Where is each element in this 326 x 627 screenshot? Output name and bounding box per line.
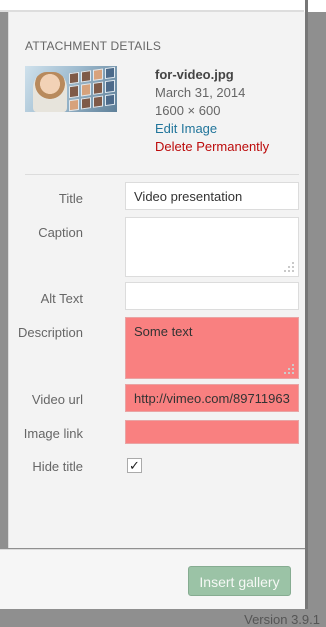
- alt-text-label: Alt Text: [40, 291, 83, 306]
- hide-title-checkbox[interactable]: ✓: [127, 458, 142, 473]
- modal-right-edge: [305, 0, 308, 609]
- caption-textarea[interactable]: [125, 217, 299, 277]
- hide-title-label: Hide title: [32, 459, 83, 474]
- thumbnail-person-image: [33, 72, 67, 112]
- delete-permanently-link[interactable]: Delete Permanently: [155, 138, 269, 156]
- description-resize-grip-icon[interactable]: [283, 363, 295, 375]
- details-divider: [25, 174, 299, 175]
- media-toolbar: Insert gallery: [0, 549, 305, 609]
- title-input[interactable]: [125, 182, 299, 210]
- attachment-details-sidebar: Attachment Details for-video.jpg March 3…: [8, 12, 305, 548]
- thumbnail-tiles-image: [69, 66, 115, 112]
- attachment-date: March 31, 2014: [155, 85, 246, 100]
- version-text: Version 3.9.1: [244, 612, 320, 627]
- modal-top-strip: [0, 0, 326, 12]
- insert-gallery-button[interactable]: Insert gallery: [188, 566, 291, 596]
- attachment-thumbnail[interactable]: [25, 66, 117, 112]
- caption-resize-grip-icon[interactable]: [283, 261, 295, 273]
- title-label: Title: [58, 191, 83, 206]
- image-link-input[interactable]: [125, 420, 299, 444]
- edit-image-link[interactable]: Edit Image: [155, 120, 269, 138]
- attachment-dimensions: 1600 × 600: [155, 103, 221, 118]
- description-textarea[interactable]: Some text: [125, 317, 299, 379]
- description-label: Description: [17, 325, 83, 340]
- video-url-input[interactable]: [125, 384, 299, 412]
- video-url-label: Video url: [31, 392, 83, 407]
- attachment-filename: for-video.jpg: [155, 67, 234, 82]
- image-link-label: Image link: [23, 426, 83, 441]
- alt-text-input[interactable]: [125, 282, 299, 310]
- attachment-info: for-video.jpg March 31, 2014 1600 × 600 …: [155, 66, 269, 156]
- checkmark-icon: ✓: [129, 458, 140, 473]
- caption-label: Caption: [38, 225, 83, 240]
- attachment-details-heading: Attachment Details: [25, 39, 162, 53]
